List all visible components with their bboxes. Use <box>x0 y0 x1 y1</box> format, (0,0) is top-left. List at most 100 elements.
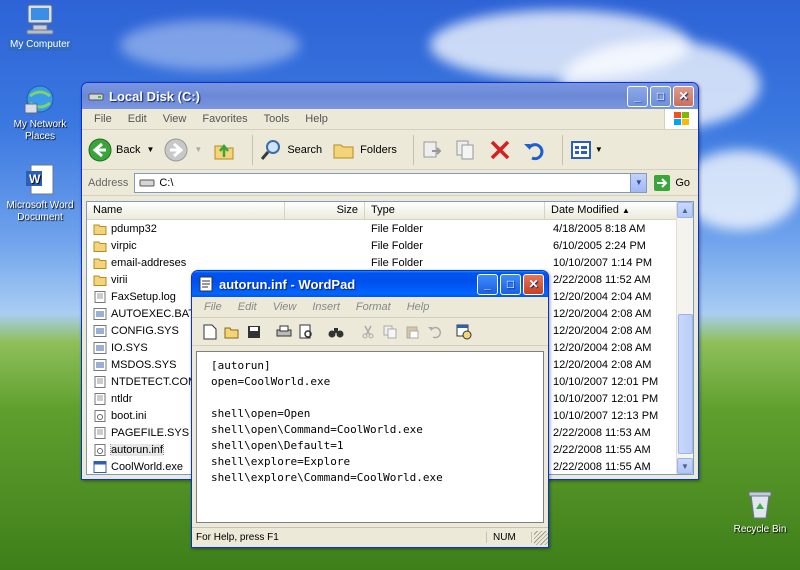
up-folder-button[interactable] <box>212 138 236 162</box>
file-name: NTDETECT.COM <box>111 375 198 388</box>
maximize-button[interactable]: □ <box>500 273 521 295</box>
cut-button[interactable] <box>358 323 378 341</box>
column-name[interactable]: Name <box>87 202 285 219</box>
print-preview-button[interactable] <box>296 323 316 341</box>
close-button[interactable]: ✕ <box>523 273 544 295</box>
word-doc-icon: W <box>23 163 57 197</box>
file-name: boot.ini <box>111 409 147 422</box>
desktop-icon-my-computer[interactable]: My Computer <box>0 2 80 51</box>
menu-view[interactable]: View <box>155 113 195 125</box>
file-date: 10/10/2007 12:01 PM <box>553 392 659 405</box>
insert-datetime-button[interactable] <box>454 323 474 341</box>
open-button[interactable] <box>222 323 242 341</box>
back-button[interactable]: Back ▼ <box>88 138 154 162</box>
file-name: FaxSetup.log <box>111 290 176 303</box>
file-row[interactable]: pdump32 File Folder 4/18/2005 8:18 AM <box>87 220 693 237</box>
delete-x-icon <box>490 140 510 159</box>
file-row[interactable]: email-addreses File Folder 10/10/2007 1:14… <box>87 254 693 271</box>
file-name: pdump32 <box>111 222 157 235</box>
menu-tools[interactable]: Tools <box>256 113 298 125</box>
menu-file[interactable]: File <box>86 113 120 125</box>
scroll-down-arrow[interactable]: ▼ <box>677 458 693 474</box>
go-button[interactable]: Go <box>653 174 690 192</box>
printer-icon <box>276 325 292 336</box>
folder-icon <box>93 257 107 269</box>
copy-icon <box>383 325 397 338</box>
menu-edit[interactable]: Edit <box>120 113 155 125</box>
address-dropdown-button[interactable]: ▼ <box>630 173 647 192</box>
sys-file-icon <box>93 307 107 320</box>
chevron-down-icon[interactable]: ▼ <box>194 145 202 154</box>
minimize-button[interactable]: _ <box>477 273 498 295</box>
file-date: 2/22/2008 11:53 AM <box>553 426 651 439</box>
menu-help[interactable]: Help <box>399 301 438 313</box>
find-button[interactable] <box>326 323 346 341</box>
resize-grip[interactable] <box>534 530 548 545</box>
new-button[interactable] <box>200 323 220 341</box>
drive-icon <box>88 93 104 101</box>
document-line: shell\open\Command=CoolWorld.exe <box>211 423 423 436</box>
vertical-scrollbar[interactable]: ▲ ▼ <box>676 202 693 474</box>
undo-button[interactable] <box>522 138 546 162</box>
windows-logo-icon <box>664 109 698 129</box>
maximize-button[interactable]: □ <box>650 85 671 107</box>
close-button[interactable]: ✕ <box>673 85 694 107</box>
chevron-down-icon[interactable]: ▼ <box>595 145 603 154</box>
menu-favorites[interactable]: Favorites <box>194 113 255 125</box>
file-row[interactable]: virpic File Folder 6/10/2005 2:24 PM <box>87 237 693 254</box>
undo-button[interactable] <box>424 323 444 341</box>
move-to-button[interactable] <box>420 138 444 162</box>
menu-file[interactable]: File <box>196 301 230 313</box>
document-area[interactable]: [autorun] open=CoolWorld.exe shell\open=Op… <box>196 351 544 523</box>
menu-help[interactable]: Help <box>297 113 336 125</box>
wordpad-titlebar[interactable]: autorun.inf - WordPad _ □ ✕ <box>192 271 548 297</box>
address-bar: Address C:\ ▼ Go <box>82 170 698 196</box>
copy-to-button[interactable] <box>454 138 478 162</box>
file-date: 10/10/2007 1:14 PM <box>553 256 653 269</box>
search-button[interactable]: Search <box>259 138 322 162</box>
print-button[interactable] <box>274 323 294 341</box>
document-line: [autorun] <box>211 359 271 372</box>
search-label: Search <box>287 143 323 156</box>
file-date: 2/22/2008 11:55 AM <box>553 443 651 456</box>
paste-button[interactable] <box>402 323 422 341</box>
document-line: open=CoolWorld.exe <box>211 375 331 388</box>
scroll-up-arrow[interactable]: ▲ <box>677 202 693 218</box>
sort-arrow-icon: ▲ <box>621 206 630 215</box>
forward-button[interactable]: ▼ <box>164 138 202 162</box>
folder-icon <box>93 274 107 286</box>
scroll-thumb[interactable] <box>678 314 693 454</box>
folders-button[interactable]: Folders <box>332 138 397 162</box>
views-button[interactable]: ▼ <box>569 138 603 162</box>
column-date-modified[interactable]: Date Modified ▲ <box>545 202 677 219</box>
save-button[interactable] <box>244 323 264 341</box>
window-title: Local Disk (C:) <box>109 88 201 104</box>
desktop-icon-word-document[interactable]: W Microsoft Word Document <box>0 163 80 224</box>
menu-insert[interactable]: Insert <box>304 301 348 313</box>
document-line: shell\explore=Explore <box>211 455 351 468</box>
minimize-button[interactable]: _ <box>627 85 648 107</box>
binoculars-icon <box>328 327 344 337</box>
copy-button[interactable] <box>380 323 400 341</box>
up-folder-icon <box>214 143 234 159</box>
desktop-icon-recycle-bin[interactable]: Recycle Bin <box>720 487 800 536</box>
column-size[interactable]: Size <box>285 202 365 219</box>
new-document-icon <box>203 324 217 339</box>
desktop-icon-label: Microsoft Word Document <box>6 200 74 223</box>
explorer-titlebar[interactable]: Local Disk (C:) _ □ ✕ <box>82 83 698 109</box>
menu-view[interactable]: View <box>265 301 305 313</box>
file-date: 6/10/2005 2:24 PM <box>553 239 646 252</box>
chevron-down-icon[interactable]: ▼ <box>146 145 154 154</box>
delete-button[interactable] <box>488 138 512 162</box>
document-line: shell\open=Open <box>211 407 311 420</box>
desktop-icon-my-network-places[interactable]: My Network Places <box>0 82 80 143</box>
menu-edit[interactable]: Edit <box>230 301 265 313</box>
undo-icon <box>428 326 441 338</box>
date-time-icon <box>456 324 472 339</box>
menu-format[interactable]: Format <box>348 301 399 313</box>
go-arrow-icon <box>654 174 671 191</box>
address-input[interactable]: C:\ ▼ <box>134 172 648 193</box>
forward-arrow-icon <box>164 138 188 161</box>
column-type[interactable]: Type <box>365 202 545 219</box>
